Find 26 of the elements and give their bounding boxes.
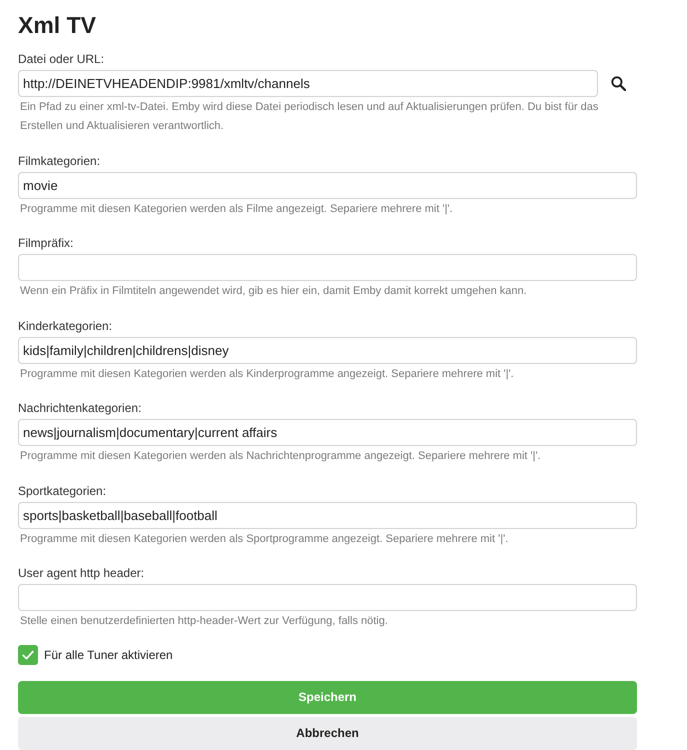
field-label: Filmpräfix: [18,235,74,251]
checkbox[interactable] [18,644,38,664]
field-label: Sportkategorien: [18,482,106,498]
field-label: Filmkategorien: [18,152,100,168]
field-label: Kinderkategorien: [18,318,112,334]
help-text: Ein Pfad zu einer xml-tv-Datei. Emby wird diese Datei periodisch lesen und auf Aktualisierungen prüfen. Du bist für das Erstellen und Aktualisieren verantwortlich. [19,100,600,134]
input-field[interactable] [18,254,637,281]
input-field[interactable]: sports|basketball|baseball|football [18,502,637,528]
input-field[interactable]: movie [18,172,637,198]
help-text: Wenn ein Präfix in Filmtiteln angewendet wird, gib es hier ein, damit Emby damit korrekt umgehen kann. [19,284,527,299]
cancel-button[interactable]: Abbrechen [18,716,637,750]
page-title: Xml TV [18,11,97,40]
input-field[interactable] [18,584,637,611]
field-label: User agent http header: [18,565,144,581]
help-text: Programme mit diesen Kategorien werden als Kinderprogramme angezeigt. Separiere mehrere mit '|'. [19,366,514,382]
field-label: Nachrichtenkategorien: [18,400,142,416]
search-icon[interactable] [611,76,626,91]
help-text: Stelle einen benutzerdefinierten http-header-Wert zur Verfügung, falls nötig. [19,614,388,629]
input-field[interactable]: http://DEINETVHEADENDIP:9981/xmltv/channels [18,70,598,97]
field-label: Datei oder URL: [18,51,104,67]
input-field[interactable]: news|journalism|documentary|current affairs [18,419,637,446]
checkbox-label: Für alle Tuner aktivieren [44,648,173,662]
help-text: Programme mit diesen Kategorien werden als Nachrichtenprogramme angezeigt. Separiere mehrere mit '|'. [19,449,541,464]
input-field[interactable]: kids|family|children|childrens|disney [18,336,637,364]
help-text: Programme mit diesen Kategorien werden als Filme angezeigt. Separiere mehrere mit '|'. [19,202,453,216]
help-text: Programme mit diesen Kategorien werden als Sportprogramme angezeigt. Separiere mehrere mit '|'. [19,532,508,546]
